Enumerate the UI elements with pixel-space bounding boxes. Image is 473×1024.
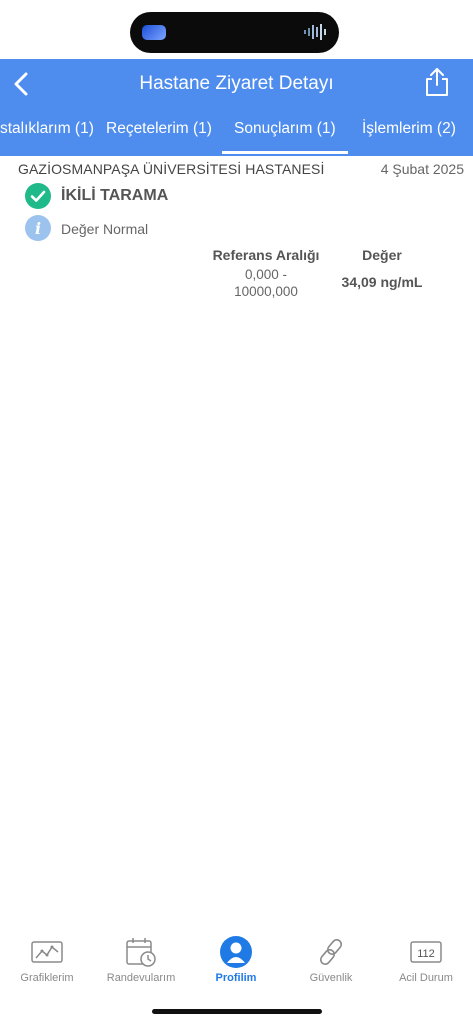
bottom-navigation: Grafiklerim Randevularım Profilim Güvenl… bbox=[0, 928, 473, 998]
link-icon bbox=[319, 939, 343, 965]
reference-range-header: Referans Aralığı bbox=[212, 247, 320, 263]
home-indicator bbox=[152, 1009, 322, 1014]
result-status: Değer Normal bbox=[61, 221, 149, 237]
share-icon[interactable] bbox=[424, 66, 450, 98]
status-bar bbox=[0, 0, 473, 59]
dynamic-island bbox=[130, 12, 339, 53]
active-tab-indicator bbox=[222, 151, 348, 154]
nav-label: Güvenlik bbox=[309, 972, 353, 984]
emergency-112-icon: 112 bbox=[410, 941, 442, 963]
calendar-clock-icon bbox=[126, 938, 156, 967]
svg-text:112: 112 bbox=[417, 948, 435, 960]
info-icon: i bbox=[25, 215, 51, 241]
activity-icon bbox=[142, 25, 166, 40]
visit-date: 4 Şubat 2025 bbox=[380, 161, 464, 177]
nav-grafiklerim[interactable]: Grafiklerim bbox=[0, 928, 94, 998]
nav-label: Grafiklerim bbox=[20, 972, 74, 984]
tab-recetelerim[interactable]: Reçetelerim (1) bbox=[106, 120, 212, 138]
profile-icon bbox=[220, 936, 252, 968]
value-header: Değer bbox=[362, 247, 402, 263]
nav-label: Randevularım bbox=[106, 972, 176, 984]
result-value: 34,09 ng/mL bbox=[341, 274, 423, 290]
reference-range-max: 10000,000 bbox=[234, 284, 298, 299]
chart-icon bbox=[31, 941, 63, 963]
reference-range-min: 0,000 - bbox=[244, 267, 288, 282]
tab-islemlerim[interactable]: İşlemlerim (2) bbox=[362, 120, 456, 138]
tab-hastaliklarim[interactable]: stalıklarım (1) bbox=[0, 120, 94, 138]
test-name: İKİLİ TARAMA bbox=[61, 187, 169, 204]
nav-acil-durum[interactable]: 112 Acil Durum bbox=[379, 928, 473, 998]
page-title: Hastane Ziyaret Detayı bbox=[139, 73, 334, 94]
reference-range-value: 0,000 - 10000,000 bbox=[200, 266, 332, 300]
hospital-name: GAZİOSMANPAŞA ÜNİVERSİTESİ HASTANESİ bbox=[18, 161, 325, 177]
nav-label: Acil Durum bbox=[399, 972, 453, 984]
audio-wave-icon bbox=[304, 24, 326, 40]
tab-bar: stalıklarım (1) Reçetelerim (1) Sonuçlar… bbox=[0, 108, 473, 154]
tab-sonuclarim[interactable]: Sonuçlarım (1) bbox=[234, 120, 336, 138]
svg-text:i: i bbox=[35, 219, 41, 238]
nav-label: Profilim bbox=[215, 972, 257, 984]
nav-randevularim[interactable]: Randevularım bbox=[94, 928, 188, 998]
nav-guvenlik[interactable]: Güvenlik bbox=[284, 928, 378, 998]
nav-profilim[interactable]: Profilim bbox=[189, 928, 283, 998]
check-circle-icon bbox=[25, 183, 51, 209]
